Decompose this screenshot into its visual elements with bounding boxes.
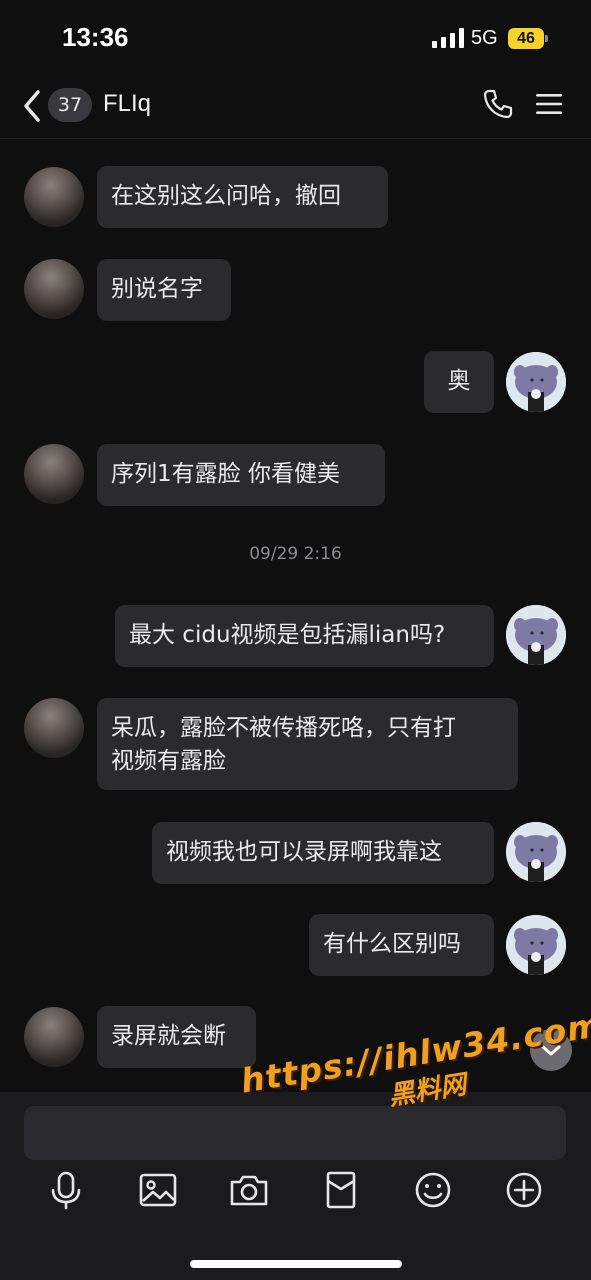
unread-count-badge[interactable]: 37 <box>48 88 92 122</box>
my-avatar[interactable] <box>506 822 566 882</box>
message-bubble[interactable]: 别说名字 <box>97 259 231 321</box>
plus-icon[interactable] <box>502 1168 546 1212</box>
cartoon-avatar-icon <box>506 822 566 882</box>
back-chevron-icon[interactable] <box>18 86 46 126</box>
emoji-icon[interactable] <box>411 1168 455 1212</box>
my-avatar[interactable] <box>506 915 566 975</box>
camera-icon[interactable] <box>227 1168 271 1212</box>
message-bubble[interactable]: 最大 cidu视频是包括漏lian吗? <box>115 605 494 667</box>
contact-avatar[interactable] <box>24 1007 84 1067</box>
status-time: 13:36 <box>62 22 129 52</box>
battery-tip <box>545 35 548 42</box>
message-bubble[interactable]: 在这别这么问哈，撤回 <box>97 166 388 228</box>
chat-header: 37 FLIq <box>0 78 591 139</box>
battery-indicator: 46 <box>508 28 544 49</box>
red-packet-icon[interactable] <box>319 1168 363 1212</box>
message-bubble[interactable]: 录屏就会断 <box>97 1006 256 1068</box>
contact-avatar[interactable] <box>24 698 84 758</box>
contact-avatar[interactable] <box>24 444 84 504</box>
message-bubble[interactable]: 有什么区别吗 <box>309 914 494 976</box>
contact-avatar[interactable] <box>24 259 84 319</box>
home-indicator <box>190 1260 402 1268</box>
message-bubble[interactable]: 序列1有露脸 你看健美 <box>97 444 385 506</box>
my-avatar[interactable] <box>506 605 566 665</box>
my-avatar[interactable] <box>506 352 566 412</box>
status-bar: 13:36 5G 46 <box>0 0 591 78</box>
chat-title[interactable]: FLIq <box>103 90 151 118</box>
message-bubble[interactable]: 呆瓜，露脸不被传播死咯，只有打 视频有露脸 <box>97 698 518 790</box>
cartoon-avatar-icon <box>506 605 566 665</box>
network-type: 5G <box>471 27 498 49</box>
message-bubble[interactable]: 视频我也可以录屏啊我靠这 <box>152 822 494 884</box>
message-timestamp: 09/29 2:16 <box>249 544 342 564</box>
contact-avatar[interactable] <box>24 167 84 227</box>
phone-icon[interactable] <box>482 88 514 120</box>
signal-icon <box>432 28 464 48</box>
message-bubble[interactable]: 奥 <box>424 351 494 413</box>
image-icon[interactable] <box>136 1168 180 1212</box>
cartoon-avatar-icon <box>506 915 566 975</box>
cartoon-avatar-icon <box>506 352 566 412</box>
microphone-icon[interactable] <box>44 1168 88 1212</box>
menu-icon[interactable] <box>536 92 562 116</box>
